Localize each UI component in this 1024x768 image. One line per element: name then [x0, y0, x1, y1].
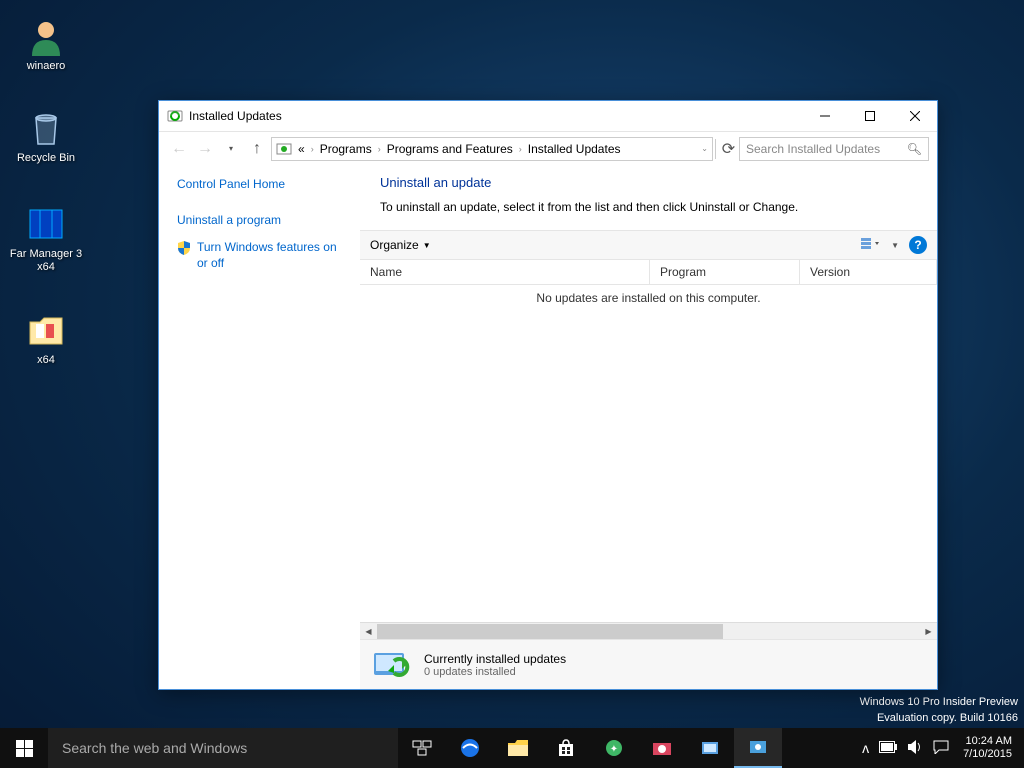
installed-updates-icon [167, 108, 183, 124]
status-line1: Currently installed updates [424, 652, 566, 666]
page-heading: Uninstall an update [360, 175, 937, 200]
breadcrumb-dropdown[interactable]: ⌄ [701, 144, 708, 153]
taskbar-clock[interactable]: 10:24 AM 7/10/2015 [959, 735, 1016, 761]
taskbar-store[interactable] [542, 728, 590, 768]
sidebar-control-panel-home[interactable]: Control Panel Home [177, 177, 349, 193]
updates-list[interactable]: Name Program Version No updates are inst… [360, 260, 937, 622]
taskbar-app-3[interactable] [686, 728, 734, 768]
taskbar-file-explorer[interactable] [494, 728, 542, 768]
breadcrumb-item[interactable]: Installed Updates [524, 142, 625, 156]
user-avatar-icon [26, 16, 66, 56]
recyclebin-icon [26, 108, 66, 148]
taskbar-search-input[interactable]: Search the web and Windows [48, 728, 398, 768]
scroll-right-button[interactable]: ▶ [920, 623, 937, 640]
chevron-right-icon: › [519, 144, 522, 154]
system-tray: ʌ 10:24 AM 7/10/2015 [854, 728, 1024, 768]
desktop-icon-winaero[interactable]: winaero [8, 16, 84, 73]
task-view-button[interactable] [398, 728, 446, 768]
sidebar-uninstall-program[interactable]: Uninstall a program [177, 213, 349, 229]
column-version[interactable]: Version [800, 260, 937, 284]
breadcrumb-overflow[interactable]: « [294, 142, 309, 156]
tray-battery-icon[interactable] [879, 740, 897, 756]
column-name[interactable]: Name [360, 260, 650, 284]
maximize-button[interactable] [847, 101, 892, 131]
chevron-right-icon: › [311, 144, 314, 154]
page-description: To uninstall an update, select it from t… [360, 200, 937, 230]
tray-overflow-button[interactable]: ʌ [862, 740, 869, 756]
tray-action-center-icon[interactable] [933, 740, 949, 757]
breadcrumb[interactable]: « › Programs › Programs and Features › I… [271, 137, 713, 161]
desktop-icon-label: Recycle Bin [8, 152, 84, 165]
breadcrumb-item[interactable]: Programs [316, 142, 376, 156]
desktop-icon-label: winaero [8, 60, 84, 73]
search-icon: 🔍︎ [907, 142, 922, 156]
titlebar[interactable]: Installed Updates [159, 101, 937, 131]
chevron-right-icon: › [378, 144, 381, 154]
shield-icon [177, 241, 191, 255]
chevron-down-icon: ▼ [423, 241, 431, 250]
refresh-button[interactable]: ⟳ [715, 139, 737, 159]
column-program[interactable]: Program [650, 260, 800, 284]
desktop-icon-recyclebin[interactable]: Recycle Bin [8, 108, 84, 165]
desktop-icon-label: x64 [8, 354, 84, 367]
window-title: Installed Updates [189, 109, 802, 123]
view-options-button[interactable] [861, 237, 881, 254]
list-header: Name Program Version [360, 260, 937, 285]
status-line2: 0 updates installed [424, 666, 566, 678]
close-button[interactable] [892, 101, 937, 131]
search-input[interactable]: Search Installed Updates 🔍︎ [739, 137, 929, 161]
empty-message: No updates are installed on this compute… [360, 285, 937, 311]
search-placeholder: Search Installed Updates [746, 142, 880, 156]
address-bar: ← → ▾ ↑ « › Programs › Programs and Feat… [159, 131, 937, 165]
far-manager-icon [26, 204, 66, 244]
desktop-watermark: Windows 10 Pro Insider Preview Evaluatio… [860, 695, 1018, 726]
svg-text:✦: ✦ [610, 744, 618, 755]
breadcrumb-item[interactable]: Programs and Features [383, 142, 517, 156]
sidebar: Control Panel Home Uninstall a program T… [159, 165, 359, 689]
desktop[interactable]: winaero Recycle Bin Far Manager 3 x64 x6… [0, 0, 1024, 768]
content-pane: Uninstall an update To uninstall an upda… [359, 165, 937, 689]
updates-status-icon [372, 649, 412, 681]
back-button[interactable]: ← [167, 137, 191, 161]
taskbar-app-1[interactable]: ✦ [590, 728, 638, 768]
control-panel-icon [276, 141, 292, 157]
taskbar-control-panel[interactable] [734, 728, 782, 768]
horizontal-scrollbar[interactable]: ◀ ▶ [360, 622, 937, 639]
scroll-left-button[interactable]: ◀ [360, 623, 377, 640]
folder-icon [26, 310, 66, 350]
desktop-icon-label: Far Manager 3 x64 [8, 248, 84, 274]
view-dropdown[interactable]: ▼ [891, 241, 899, 250]
help-button[interactable]: ? [909, 236, 927, 254]
recent-locations-button[interactable]: ▾ [219, 137, 243, 161]
installed-updates-window: Installed Updates ← → ▾ ↑ « › Programs ›… [158, 100, 938, 690]
desktop-icon-farmanager[interactable]: Far Manager 3 x64 [8, 204, 84, 274]
status-bar: Currently installed updates 0 updates in… [360, 639, 937, 689]
taskbar-edge[interactable] [446, 728, 494, 768]
forward-button[interactable]: → [193, 137, 217, 161]
scroll-thumb[interactable] [377, 624, 723, 639]
minimize-button[interactable] [802, 101, 847, 131]
organize-button[interactable]: Organize ▼ [370, 238, 431, 252]
desktop-icon-x64[interactable]: x64 [8, 310, 84, 367]
tray-volume-icon[interactable] [907, 740, 923, 757]
taskbar-app-2[interactable] [638, 728, 686, 768]
start-button[interactable] [0, 728, 48, 768]
taskbar: Search the web and Windows ✦ ʌ 10:24 AM … [0, 728, 1024, 768]
up-button[interactable]: ↑ [245, 137, 269, 161]
sidebar-windows-features[interactable]: Turn Windows features on or off [197, 240, 349, 271]
toolbar: Organize ▼ ▼ ? [360, 230, 937, 260]
